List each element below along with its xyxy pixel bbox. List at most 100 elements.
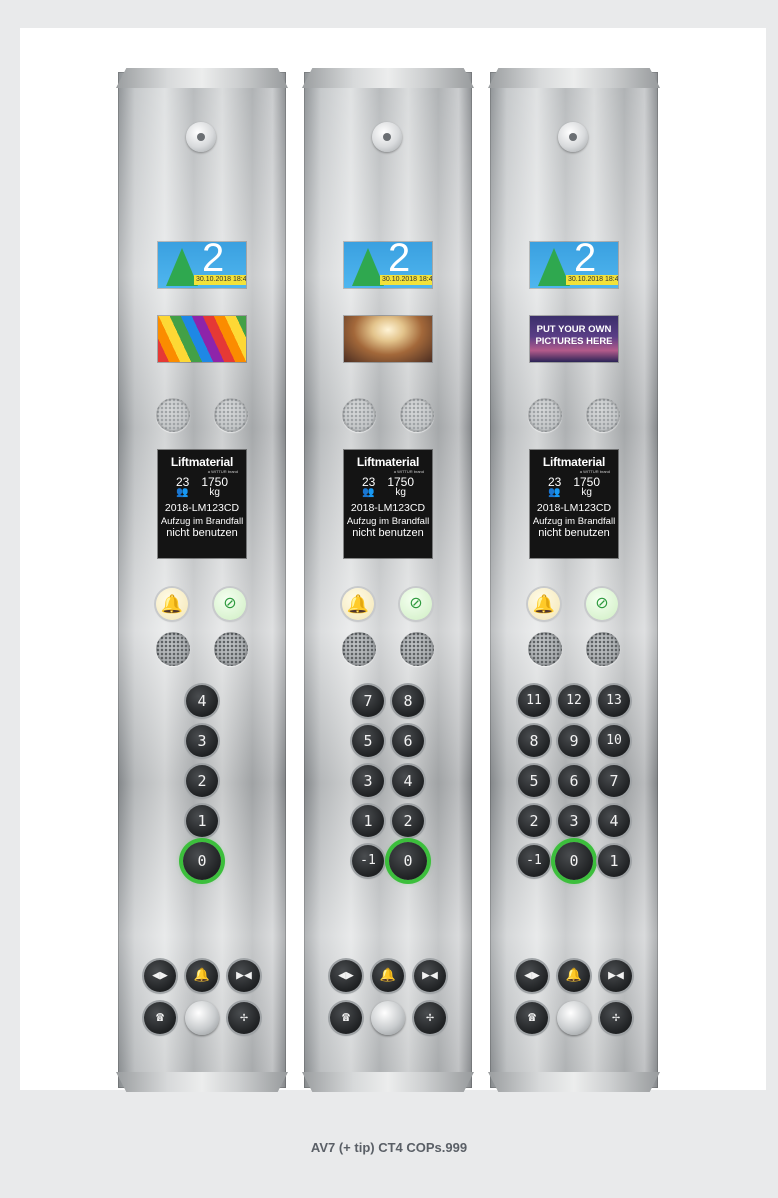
- alarm-button[interactable]: 🔔: [372, 960, 404, 992]
- alarm-button[interactable]: 🔔: [558, 960, 590, 992]
- speaker-grille-icon: [586, 632, 620, 666]
- fire-notice-line2: nicht benutzen: [352, 527, 424, 539]
- door-open-button[interactable]: ◀▶: [330, 960, 362, 992]
- alarm-bell-button[interactable]: 🔔: [528, 588, 560, 620]
- door-open-button[interactable]: ◀▶: [516, 960, 548, 992]
- speaker-grille-icon: [214, 398, 248, 432]
- floor-button-4[interactable]: 4: [186, 685, 218, 717]
- fire-service-button[interactable]: ⊘: [214, 588, 246, 620]
- floor-button-2[interactable]: 2: [186, 765, 218, 797]
- fan-button[interactable]: ✢: [228, 1002, 260, 1034]
- floor-button-0[interactable]: 0: [183, 842, 221, 880]
- intercom-button[interactable]: ☎: [516, 1002, 548, 1034]
- top-cap: [302, 68, 474, 88]
- alarm-icon: 🔔: [565, 968, 583, 983]
- floor-button-5[interactable]: 5: [518, 765, 550, 797]
- floor-button-7[interactable]: 7: [352, 685, 384, 717]
- cop-panel-1: 2 30.10.2018 18:46 Liftmaterial a WITTUR…: [116, 68, 288, 1092]
- intercom-button[interactable]: ☎: [330, 1002, 362, 1034]
- floor-button-5[interactable]: 5: [352, 725, 384, 757]
- floor-button-12[interactable]: 12: [558, 685, 590, 717]
- bell-icon: 🔔: [346, 594, 370, 614]
- load-unit: kg: [209, 487, 220, 498]
- weight-icon: kg: [387, 488, 414, 498]
- intercom-button[interactable]: ☎: [144, 1002, 176, 1034]
- serial-number: 2018-LM123CD: [350, 502, 426, 514]
- door-close-button[interactable]: ▶◀: [228, 960, 260, 992]
- bottom-cap: [488, 1072, 660, 1092]
- fire-notice-line1: Aufzug im Brandfall: [346, 516, 430, 527]
- floor-button-1[interactable]: 1: [352, 805, 384, 837]
- speaker-grille-icon: [528, 398, 562, 432]
- current-floor: 2: [202, 242, 225, 280]
- alarm-button[interactable]: 🔔: [186, 960, 218, 992]
- fire-notice-line2: nicht benutzen: [538, 527, 610, 539]
- capacity-info-plate: Liftmaterial a WITTUR brand 23 👥 1750 kg 2…: [344, 450, 432, 558]
- key-switch-icon[interactable]: [372, 122, 402, 152]
- door-open-icon: ◀▶: [152, 968, 168, 983]
- floor-button-4[interactable]: 4: [392, 765, 424, 797]
- floor-button-1[interactable]: 1: [186, 805, 218, 837]
- key-lock-icon[interactable]: [557, 1001, 591, 1035]
- fire-notice-line2: nicht benutzen: [166, 527, 238, 539]
- load-unit: kg: [395, 487, 406, 498]
- floor-button-13[interactable]: 13: [598, 685, 630, 717]
- cop-panel-3: 2 30.10.2018 18:46 PUT YOUR OWN PICTURES…: [488, 68, 660, 1092]
- fan-icon: ✢: [426, 1010, 434, 1025]
- fan-button[interactable]: ✢: [414, 1002, 446, 1034]
- floor-button-0[interactable]: 0: [555, 842, 593, 880]
- alarm-bell-button[interactable]: 🔔: [156, 588, 188, 620]
- door-open-icon: ◀▶: [338, 968, 354, 983]
- floor-button-7[interactable]: 7: [598, 765, 630, 797]
- fire-service-button[interactable]: ⊘: [586, 588, 618, 620]
- door-close-button[interactable]: ▶◀: [414, 960, 446, 992]
- fan-button[interactable]: ✢: [600, 1002, 632, 1034]
- fire-icon: ⊘: [595, 595, 609, 612]
- floor-button-4[interactable]: 4: [598, 805, 630, 837]
- floor-button-3[interactable]: 3: [186, 725, 218, 757]
- floor-button-1[interactable]: 1: [598, 845, 630, 877]
- floor-button-0[interactable]: 0: [389, 842, 427, 880]
- key-switch-icon[interactable]: [558, 122, 588, 152]
- floor-button-9[interactable]: 9: [558, 725, 590, 757]
- fan-icon: ✢: [612, 1010, 620, 1025]
- weight-icon: kg: [201, 488, 228, 498]
- floor-button--1[interactable]: -1: [518, 845, 550, 877]
- datetime-readout: 30.10.2018 18:46: [566, 275, 618, 285]
- key-switch-icon[interactable]: [186, 122, 216, 152]
- capacity-info-plate: Liftmaterial a WITTUR brand 23 👥 1750 kg 2…: [530, 450, 618, 558]
- alarm-bell-button[interactable]: 🔔: [342, 588, 374, 620]
- cop-panel-2: 2 30.10.2018 18:46 Liftmaterial a WITTUR…: [302, 68, 474, 1092]
- door-close-icon: ▶◀: [236, 968, 252, 983]
- door-open-button[interactable]: ◀▶: [144, 960, 176, 992]
- floor-button-3[interactable]: 3: [352, 765, 384, 797]
- product-caption: AV7 (+ tip) CT4 COPs.999: [310, 1140, 468, 1155]
- floor-button-8[interactable]: 8: [518, 725, 550, 757]
- floor-button-8[interactable]: 8: [392, 685, 424, 717]
- floor-button-10[interactable]: 10: [598, 725, 630, 757]
- datetime-readout: 30.10.2018 18:46: [194, 275, 246, 285]
- key-lock-icon[interactable]: [185, 1001, 219, 1035]
- fire-service-button[interactable]: ⊘: [400, 588, 432, 620]
- weight-icon: kg: [573, 488, 600, 498]
- door-close-icon: ▶◀: [608, 968, 624, 983]
- rainbow-drops-image: [158, 316, 246, 362]
- custom-pictures-screen: PUT YOUR OWN PICTURES HERE: [530, 316, 618, 362]
- key-lock-icon[interactable]: [371, 1001, 405, 1035]
- brand-sub: a WITTUR brand: [207, 469, 238, 474]
- fire-icon: ⊘: [409, 595, 423, 612]
- floor-button-3[interactable]: 3: [558, 805, 590, 837]
- top-cap: [116, 68, 288, 88]
- floor-button--1[interactable]: -1: [352, 845, 384, 877]
- floor-button-6[interactable]: 6: [558, 765, 590, 797]
- custom-screen-text: PUT YOUR OWN PICTURES HERE: [535, 324, 613, 347]
- floor-button-2[interactable]: 2: [392, 805, 424, 837]
- floor-button-6[interactable]: 6: [392, 725, 424, 757]
- speaker-grille-icon: [342, 632, 376, 666]
- door-close-button[interactable]: ▶◀: [600, 960, 632, 992]
- fire-notice-line1: Aufzug im Brandfall: [160, 516, 244, 527]
- floor-button-11[interactable]: 11: [518, 685, 550, 717]
- speaker-grille-icon: [214, 632, 248, 666]
- speaker-grille-icon: [342, 398, 376, 432]
- floor-button-2[interactable]: 2: [518, 805, 550, 837]
